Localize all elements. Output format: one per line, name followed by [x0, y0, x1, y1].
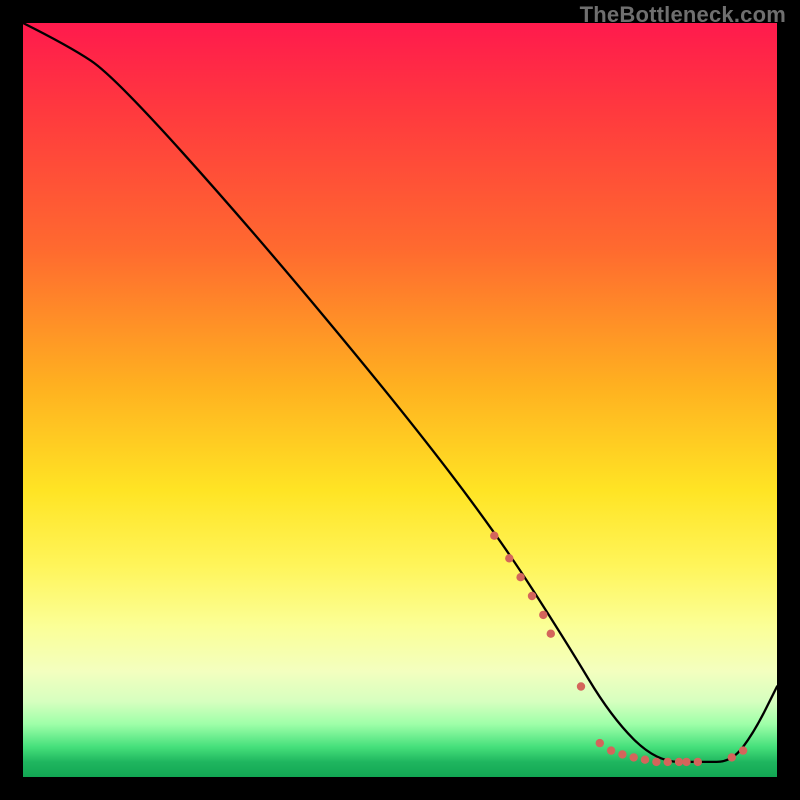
data-marker — [577, 682, 585, 690]
curve-line — [23, 23, 777, 762]
chart-stage: TheBottleneck.com — [0, 0, 800, 800]
data-marker — [607, 746, 615, 754]
data-marker — [516, 573, 524, 581]
data-marker — [664, 758, 672, 766]
data-marker — [739, 746, 747, 754]
plot-area — [23, 23, 777, 777]
data-marker — [641, 756, 649, 764]
marker-layer — [490, 532, 747, 767]
data-marker — [547, 630, 555, 638]
watermark-text: TheBottleneck.com — [580, 2, 786, 28]
data-marker — [528, 592, 536, 600]
data-marker — [539, 611, 547, 619]
data-marker — [694, 758, 702, 766]
data-marker — [728, 753, 736, 761]
curve-svg — [23, 23, 777, 777]
data-marker — [675, 758, 683, 766]
data-marker — [505, 554, 513, 562]
data-marker — [652, 758, 660, 766]
data-marker — [490, 532, 498, 540]
data-marker — [618, 750, 626, 758]
data-marker — [682, 758, 690, 766]
data-marker — [630, 753, 638, 761]
data-marker — [596, 739, 604, 747]
